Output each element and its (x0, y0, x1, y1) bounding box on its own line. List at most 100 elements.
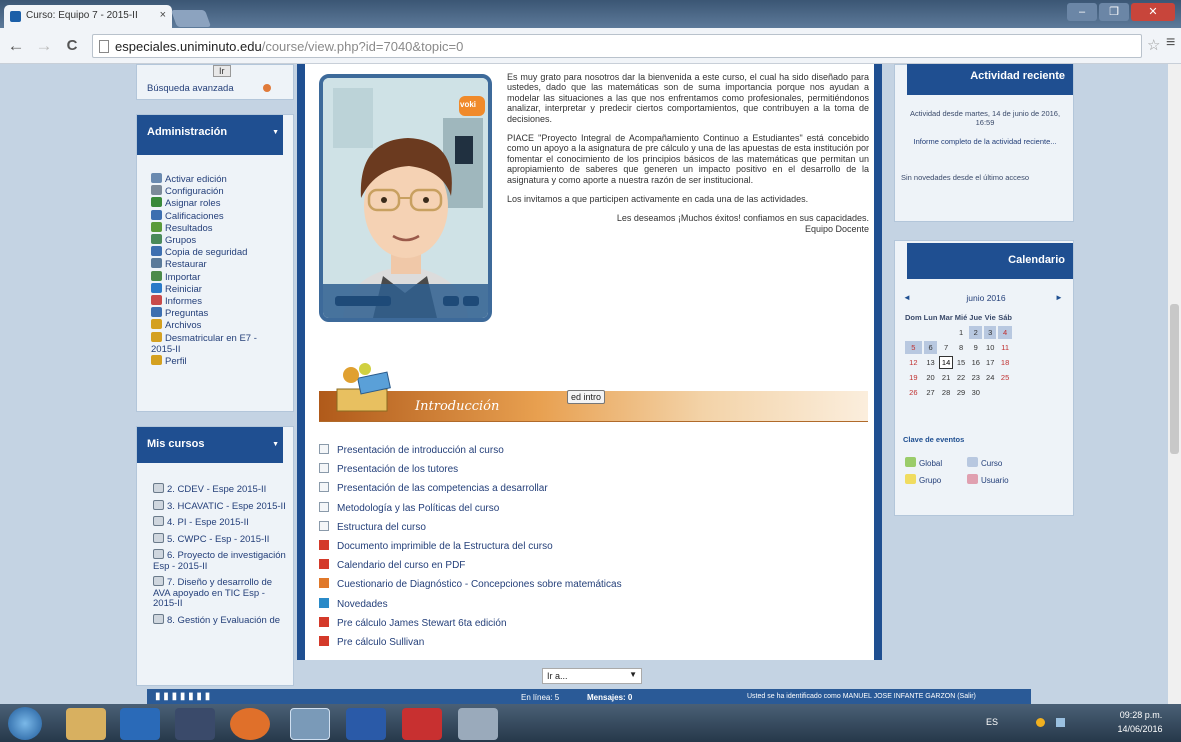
calendar-day[interactable]: 3 (984, 326, 997, 339)
calendar-day[interactable]: 9 (969, 341, 982, 354)
calendar-day[interactable]: 17 (984, 356, 996, 369)
activity-item[interactable]: Presentación de los tutores (319, 460, 622, 479)
explorer-taskbar-icon[interactable] (66, 708, 106, 740)
scrollbar-thumb[interactable] (1170, 304, 1179, 454)
legend-user[interactable]: Usuario (967, 474, 1009, 485)
calendar-day[interactable]: 18 (998, 356, 1012, 369)
admin-item[interactable]: Activar edición (151, 173, 275, 185)
calendar-day[interactable]: 28 (939, 386, 952, 399)
edit-intro-button[interactable]: ed intro (567, 390, 606, 404)
admin-item[interactable]: Reiniciar (151, 282, 275, 295)
admin-item[interactable]: Copia de seguridad (151, 246, 275, 258)
search-go-button[interactable]: Ir (213, 65, 231, 77)
activity-item[interactable]: Metodología y las Políticas del curso (319, 499, 622, 518)
course-item[interactable]: 4. PI - Espe 2015-II (153, 516, 289, 529)
page-scrollbar[interactable] (1168, 64, 1181, 704)
course-item[interactable]: 8. Gestión y Evaluación de (153, 613, 289, 627)
help-icon[interactable] (263, 84, 271, 92)
media-taskbar-icon[interactable] (175, 708, 215, 740)
calendar-day[interactable]: 30 (969, 386, 982, 399)
calendar-day[interactable]: 12 (905, 356, 922, 369)
advanced-search-link[interactable]: Búsqueda avanzada (147, 83, 234, 94)
calendar-day[interactable]: 6 (923, 341, 938, 354)
admin-item[interactable]: Asignar roles (151, 197, 275, 209)
tray-icon[interactable] (1036, 718, 1045, 727)
admin-item[interactable]: Informes (151, 295, 275, 307)
admin-item[interactable]: Archivos (151, 319, 275, 331)
activity-item[interactable]: Pre cálculo James Stewart 6ta edición (319, 614, 622, 633)
calendar-day[interactable]: 2 (969, 326, 983, 339)
calendar-day[interactable]: 24 (984, 371, 996, 384)
language-indicator[interactable]: ES (986, 717, 998, 727)
acrobat-taskbar-icon[interactable] (402, 708, 442, 740)
calendar-day[interactable]: 23 (969, 371, 982, 384)
activity-item[interactable]: Presentación de las competencias a desar… (319, 479, 622, 498)
calendar-day[interactable]: 10 (984, 341, 996, 354)
calendar-day[interactable]: 15 (955, 356, 968, 369)
voki-avatar[interactable]: voki (319, 74, 492, 322)
jump-to-select[interactable]: Ir a... ▼ (542, 668, 642, 684)
calendar-day[interactable]: 29 (955, 386, 968, 399)
online-users[interactable]: En línea: 5 (521, 693, 559, 702)
new-tab-button[interactable] (170, 10, 212, 27)
network-icon[interactable] (1056, 718, 1065, 727)
tab-close-button[interactable]: × (160, 9, 166, 21)
chrome-taskbar-icon[interactable] (290, 708, 330, 740)
course-item[interactable]: 5. CWPC - Esp - 2015-II (153, 532, 289, 546)
admin-item[interactable]: Preguntas (151, 307, 275, 319)
calendar-day[interactable]: 26 (905, 386, 922, 399)
calendar-day[interactable]: 21 (939, 371, 952, 384)
address-bar[interactable]: especiales.uniminuto.edu/course/view.php… (92, 34, 1142, 58)
course-item[interactable]: 6. Proyecto de investigación Esp - 2015-… (153, 549, 289, 572)
menu-icon[interactable]: ≡ (1166, 34, 1175, 52)
calendar-day[interactable]: 4 (998, 326, 1012, 339)
calendar-day[interactable]: 5 (905, 341, 922, 354)
app-taskbar-icon[interactable] (458, 708, 498, 740)
next-month-button[interactable]: ► (1055, 293, 1063, 302)
admin-item[interactable]: Calificaciones (151, 209, 275, 222)
calendar-day[interactable]: 1 (955, 326, 968, 339)
logged-user[interactable]: Usted se ha identificado como MANUEL JOS… (747, 693, 976, 700)
calendar-day[interactable]: 13 (924, 356, 938, 369)
course-item[interactable]: 3. HCAVATIC - Espe 2015-II (153, 499, 289, 513)
calendar-day[interactable]: 16 (969, 356, 982, 369)
course-item[interactable]: 2. CDEV - Espe 2015-II (153, 483, 289, 496)
calendar-day[interactable]: 8 (955, 341, 968, 354)
calendar-day[interactable]: 19 (905, 371, 922, 384)
course-item[interactable]: 7. Diseño y desarrollo de AVA apoyado en… (153, 576, 289, 610)
collapse-icon[interactable]: ▼ (272, 428, 279, 462)
legend-course[interactable]: Curso (967, 457, 1002, 468)
admin-item[interactable]: Importar (151, 270, 275, 283)
admin-item[interactable]: Perfil (151, 355, 275, 367)
activity-item[interactable]: Pre cálculo Sullivan (319, 633, 622, 652)
admin-item[interactable]: Configuración (151, 185, 275, 197)
calendar-day[interactable]: 27 (924, 386, 938, 399)
activity-item[interactable]: Cuestionario de Diagnóstico - Concepcion… (319, 575, 622, 594)
activity-item[interactable]: Novedades (319, 595, 622, 614)
word-taskbar-icon[interactable] (346, 708, 386, 740)
maximize-button[interactable]: ❐ (1099, 3, 1129, 21)
calendar-day[interactable]: 14 (939, 356, 953, 369)
start-button[interactable] (8, 707, 42, 740)
admin-item[interactable]: Grupos (151, 234, 275, 246)
reload-button[interactable]: C (62, 36, 82, 56)
activity-item[interactable]: Calendario del curso en PDF (319, 556, 622, 575)
prev-month-button[interactable]: ◄ (903, 293, 911, 302)
back-button[interactable]: ← (6, 36, 26, 56)
forward-button[interactable]: → (34, 36, 54, 56)
admin-item[interactable]: Resultados (151, 221, 275, 234)
calendar-day[interactable]: 20 (924, 371, 938, 384)
close-window-button[interactable]: ✕ (1131, 3, 1175, 21)
collapse-icon[interactable]: ▼ (272, 116, 279, 150)
admin-item[interactable]: Restaurar (151, 258, 275, 270)
messages-count[interactable]: Mensajes: 0 (587, 693, 632, 702)
legend-global[interactable]: Global (905, 455, 967, 472)
calendar-day[interactable]: 11 (998, 341, 1012, 354)
activity-item[interactable]: Presentación de introducción al curso (319, 441, 622, 460)
firefox-taskbar-icon[interactable] (230, 708, 270, 740)
full-report-link[interactable]: Informe completo de la actividad recient… (901, 137, 1069, 146)
calendar-day[interactable]: 25 (998, 371, 1012, 384)
minimize-button[interactable]: – (1067, 3, 1097, 21)
calendar-day[interactable]: 22 (955, 371, 968, 384)
calendar-day[interactable]: 7 (939, 341, 952, 354)
